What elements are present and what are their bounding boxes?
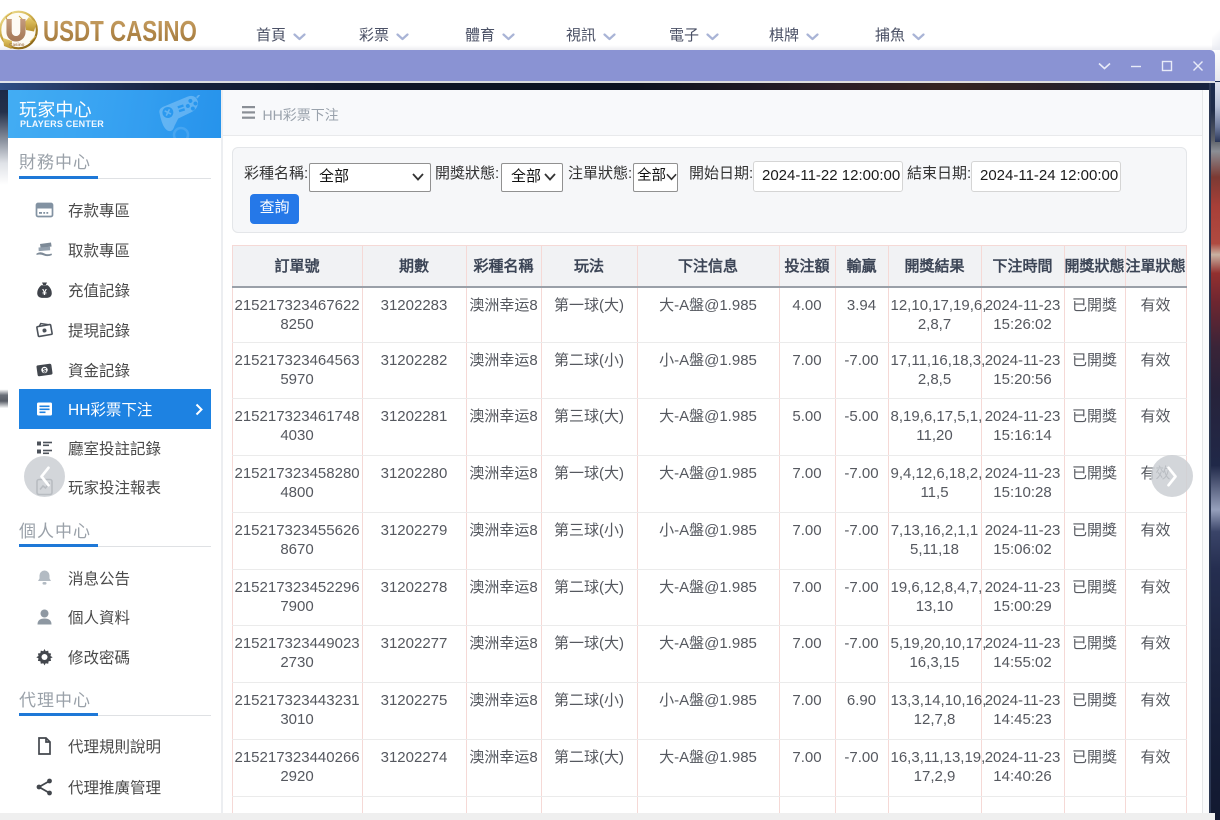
svg-text:¥: ¥ [42,287,47,297]
svg-text:$: $ [43,368,47,375]
svg-text:Casino: Casino [9,42,25,47]
